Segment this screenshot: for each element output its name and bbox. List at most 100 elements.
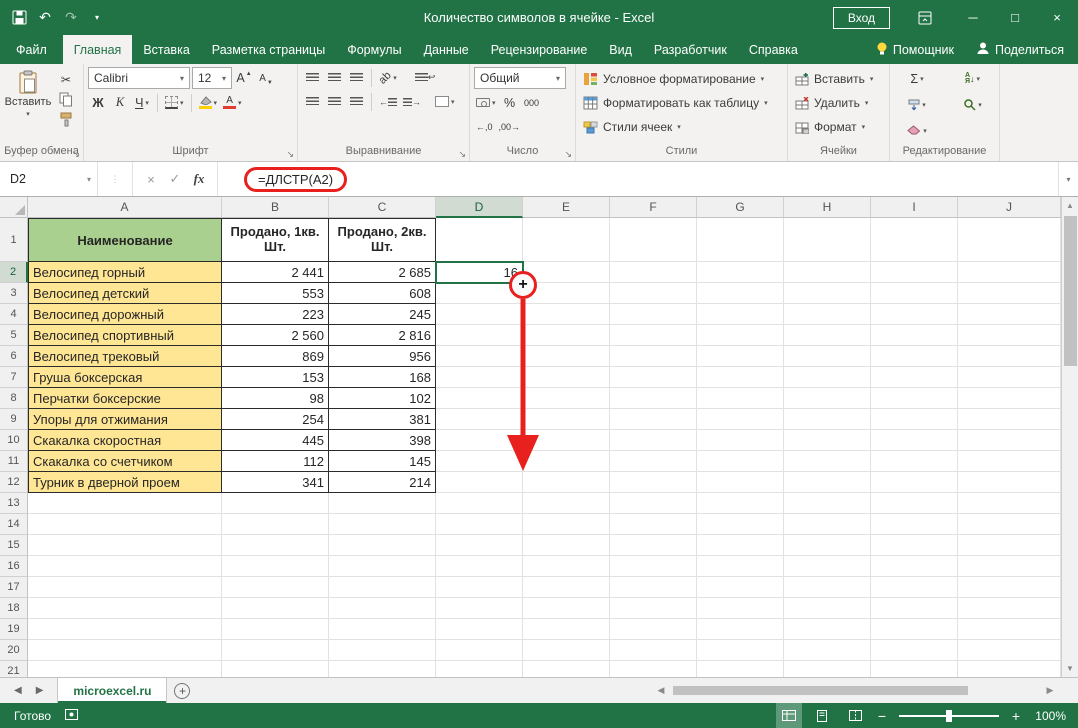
- column-header-C[interactable]: C: [329, 197, 436, 218]
- cell-B15[interactable]: [222, 535, 329, 556]
- cell-F12[interactable]: [610, 472, 697, 493]
- cell-B7[interactable]: 153: [222, 367, 329, 388]
- cell-G11[interactable]: [697, 451, 784, 472]
- copy-button[interactable]: [56, 90, 76, 108]
- cell-G4[interactable]: [697, 304, 784, 325]
- row-header-13[interactable]: 13: [0, 493, 28, 514]
- number-dialog-launcher[interactable]: ↘: [564, 149, 572, 159]
- cell-J7[interactable]: [958, 367, 1061, 388]
- cell-I19[interactable]: [871, 619, 958, 640]
- cell-H20[interactable]: [784, 640, 871, 661]
- cell-F20[interactable]: [610, 640, 697, 661]
- cell-C10[interactable]: 398: [329, 430, 436, 451]
- tab-data[interactable]: Данные: [413, 35, 480, 64]
- cell-B16[interactable]: [222, 556, 329, 577]
- cell-J18[interactable]: [958, 598, 1061, 619]
- decrease-decimal-button[interactable]: ,00→: [497, 116, 523, 137]
- cell-C15[interactable]: [329, 535, 436, 556]
- tab-view[interactable]: Вид: [598, 35, 643, 64]
- page-break-view-button[interactable]: [842, 703, 868, 728]
- cell-I7[interactable]: [871, 367, 958, 388]
- share-button[interactable]: Поделиться: [976, 41, 1064, 58]
- cell-H11[interactable]: [784, 451, 871, 472]
- scroll-left-icon[interactable]: ◀: [653, 685, 669, 696]
- fill-color-button[interactable]: ▾: [197, 92, 220, 113]
- font-color-button[interactable]: А▾: [221, 92, 244, 113]
- horizontal-scrollbar[interactable]: ◀ ▶: [653, 678, 1078, 703]
- cell-G2[interactable]: [697, 262, 784, 283]
- cell-C6[interactable]: 956: [329, 346, 436, 367]
- cell-B13[interactable]: [222, 493, 329, 514]
- cell-A21[interactable]: [28, 661, 222, 677]
- cell-G3[interactable]: [697, 283, 784, 304]
- column-header-I[interactable]: I: [871, 197, 958, 218]
- cell-A18[interactable]: [28, 598, 222, 619]
- cell-A20[interactable]: [28, 640, 222, 661]
- paste-button[interactable]: Вставить ▾: [4, 67, 52, 144]
- formula-input[interactable]: =ДЛСТР(A2): [218, 162, 1058, 196]
- cell-F1[interactable]: [610, 218, 697, 262]
- formula-bar-collapse-icon[interactable]: ▾: [1058, 162, 1078, 196]
- cell-F3[interactable]: [610, 283, 697, 304]
- row-header-19[interactable]: 19: [0, 619, 28, 640]
- cell-C5[interactable]: 2 816: [329, 325, 436, 346]
- align-top-button[interactable]: [302, 67, 322, 88]
- cell-G21[interactable]: [697, 661, 784, 677]
- cell-D14[interactable]: [436, 514, 523, 535]
- scroll-right-icon[interactable]: ▶: [1042, 685, 1058, 696]
- clipboard-dialog-launcher[interactable]: ↘: [72, 149, 80, 159]
- zoom-slider-thumb[interactable]: [946, 710, 952, 722]
- cell-H6[interactable]: [784, 346, 871, 367]
- cell-G12[interactable]: [697, 472, 784, 493]
- tab-formulas[interactable]: Формулы: [336, 35, 412, 64]
- font-dialog-launcher[interactable]: ↘: [286, 149, 294, 159]
- cell-I8[interactable]: [871, 388, 958, 409]
- row-header-3[interactable]: 3: [0, 283, 28, 304]
- cell-J12[interactable]: [958, 472, 1061, 493]
- cell-B14[interactable]: [222, 514, 329, 535]
- bold-button[interactable]: Ж: [88, 92, 108, 113]
- assistant-button[interactable]: Помощник: [876, 41, 954, 59]
- vertical-scrollbar[interactable]: ▲ ▼: [1061, 197, 1078, 677]
- cell-A4[interactable]: Велосипед дорожный: [28, 304, 222, 325]
- cell-A8[interactable]: Перчатки боксерские: [28, 388, 222, 409]
- cell-H15[interactable]: [784, 535, 871, 556]
- cell-F5[interactable]: [610, 325, 697, 346]
- cell-J10[interactable]: [958, 430, 1061, 451]
- macro-record-icon[interactable]: [65, 709, 78, 723]
- cell-J14[interactable]: [958, 514, 1061, 535]
- cell-E16[interactable]: [523, 556, 610, 577]
- cell-F10[interactable]: [610, 430, 697, 451]
- cell-I10[interactable]: [871, 430, 958, 451]
- cell-I5[interactable]: [871, 325, 958, 346]
- enter-icon[interactable]: ✓: [165, 168, 185, 190]
- cell-C14[interactable]: [329, 514, 436, 535]
- accounting-format-button[interactable]: ▾: [474, 92, 498, 113]
- row-header-11[interactable]: 11: [0, 451, 28, 472]
- row-header-15[interactable]: 15: [0, 535, 28, 556]
- column-header-H[interactable]: H: [784, 197, 871, 218]
- cell-F14[interactable]: [610, 514, 697, 535]
- cell-I2[interactable]: [871, 262, 958, 283]
- tab-file[interactable]: Файл: [0, 35, 63, 64]
- format-painter-button[interactable]: [56, 110, 76, 128]
- scroll-up-icon[interactable]: ▲: [1062, 197, 1078, 214]
- cell-B21[interactable]: [222, 661, 329, 677]
- column-header-E[interactable]: E: [523, 197, 610, 218]
- cell-C19[interactable]: [329, 619, 436, 640]
- cell-C16[interactable]: [329, 556, 436, 577]
- cell-A7[interactable]: Груша боксерская: [28, 367, 222, 388]
- borders-button[interactable]: ▾: [163, 92, 186, 113]
- cell-H18[interactable]: [784, 598, 871, 619]
- cancel-icon[interactable]: ×: [141, 168, 161, 190]
- cell-D21[interactable]: [436, 661, 523, 677]
- delete-cells-button[interactable]: Удалить▾: [792, 91, 885, 115]
- cell-F2[interactable]: [610, 262, 697, 283]
- cell-J5[interactable]: [958, 325, 1061, 346]
- cell-F15[interactable]: [610, 535, 697, 556]
- cell-A5[interactable]: Велосипед спортивный: [28, 325, 222, 346]
- cell-J15[interactable]: [958, 535, 1061, 556]
- cell-G10[interactable]: [697, 430, 784, 451]
- customize-quick-access-icon[interactable]: ▾: [88, 6, 106, 30]
- cell-I6[interactable]: [871, 346, 958, 367]
